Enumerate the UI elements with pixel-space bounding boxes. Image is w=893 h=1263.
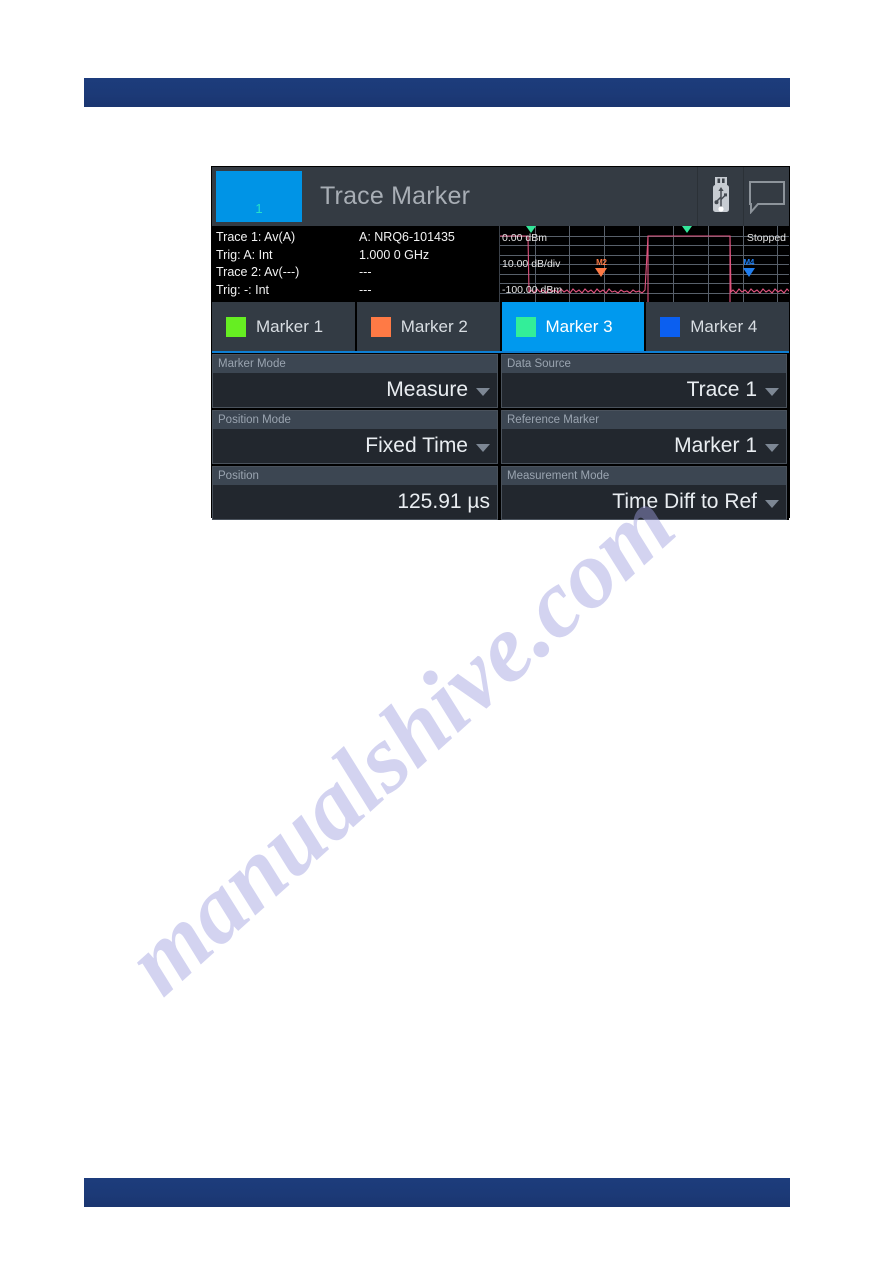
acquisition-state: Stopped (746, 232, 786, 244)
trace-info-text: Trace 1: Av(A) Trig: A: Int Trace 2: Av(… (212, 226, 499, 302)
tab-marker-2[interactable]: Marker 2 (356, 302, 500, 351)
field-value-wrap: 125.91 µs (213, 485, 497, 519)
trace-info-strip: Trace 1: Av(A) Trig: A: Int Trace 2: Av(… (212, 226, 789, 302)
gate-marker-triangle (682, 226, 693, 233)
chevron-down-icon[interactable] (765, 443, 779, 452)
info-row: 1.000 0 GHz (359, 247, 430, 262)
field-position-mode[interactable]: Position Mode Fixed Time (212, 410, 498, 464)
usb-icon (712, 176, 729, 212)
marker-color-swatch (370, 316, 391, 337)
field-value: 125.91 µs (397, 490, 490, 513)
graph-marker-label: M2 (596, 258, 607, 268)
field-label: Position (213, 467, 497, 485)
marker-tab-bar: Marker 1 Marker 2 Marker 3 Marker 4 (212, 302, 789, 353)
graph-marker-m4[interactable]: M4 (742, 258, 755, 278)
graph-top-label: 0.00 dBm (502, 232, 547, 244)
usb-icon-cell[interactable] (697, 167, 743, 226)
tab-marker-3[interactable]: Marker 3 (501, 302, 645, 351)
field-measurement-mode[interactable]: Measurement Mode Time Diff to Ref (501, 466, 787, 520)
field-label: Position Mode (213, 411, 497, 429)
info-row: Trig: A: Int (216, 247, 273, 262)
field-value-wrap: Time Diff to Ref (502, 485, 786, 519)
marker-color-swatch (515, 316, 536, 337)
message-icon (748, 180, 785, 214)
field-value-wrap: Trace 1 (502, 373, 786, 407)
trace-graph-preview[interactable]: 0.00 dBm 10.00 dB/div -100.00 dBm Stoppe… (499, 226, 789, 302)
page-header-bar (84, 78, 790, 107)
tab-marker-1[interactable]: Marker 1 (212, 302, 355, 351)
tab-label: Marker 4 (690, 316, 758, 336)
chevron-down-icon[interactable] (765, 387, 779, 396)
trace-info-right-column: A: NRQ6-101435 1.000 0 GHz --- --- (359, 229, 499, 302)
field-value: Measure (386, 378, 468, 401)
graph-scale-label: 10.00 dB/div (502, 258, 561, 270)
field-value: Marker 1 (674, 434, 757, 457)
chevron-down-icon[interactable] (476, 387, 490, 396)
field-label: Reference Marker (502, 411, 786, 429)
marker-triangle-icon (595, 268, 608, 278)
watermark-text: manualshive.com (105, 469, 694, 1015)
message-icon-cell[interactable] (743, 167, 789, 226)
info-row: A: NRQ6-101435 (359, 230, 455, 244)
trace-info-left-column: Trace 1: Av(A) Trig: A: Int Trace 2: Av(… (216, 229, 359, 302)
field-data-source[interactable]: Data Source Trace 1 (501, 354, 787, 408)
gate-marker-triangle (526, 226, 536, 233)
parameter-grid: Marker Mode Measure Data Source Trace 1 … (212, 353, 789, 520)
info-row: --- (359, 265, 372, 279)
field-label: Marker Mode (213, 355, 497, 373)
screen-title-bar: 1 Trace Marker (212, 167, 789, 226)
graph-marker-label: M4 (743, 258, 754, 268)
field-value-wrap: Fixed Time (213, 429, 497, 463)
chevron-down-icon[interactable] (476, 443, 490, 452)
tab-label: Marker 2 (400, 316, 468, 336)
field-reference-marker[interactable]: Reference Marker Marker 1 (501, 410, 787, 464)
tab-label: Marker 1 (256, 316, 324, 336)
parameter-row: Position Mode Fixed Time Reference Marke… (212, 410, 789, 464)
tab-label: Marker 3 (545, 316, 613, 336)
tab-marker-4[interactable]: Marker 4 (646, 302, 789, 351)
marker-color-swatch (226, 316, 246, 337)
field-position[interactable]: Position 125.91 µs (212, 466, 498, 520)
info-row: Trig: -: Int (216, 282, 270, 297)
info-row: Trace 2: Av(---) (216, 265, 300, 279)
field-value-wrap: Marker 1 (502, 429, 786, 463)
field-marker-mode[interactable]: Marker Mode Measure (212, 354, 498, 408)
field-value-wrap: Measure (213, 373, 497, 407)
field-value: Trace 1 (686, 378, 757, 401)
marker-color-swatch (660, 316, 681, 337)
marker-triangle-icon (742, 268, 755, 278)
field-label: Measurement Mode (502, 467, 786, 485)
field-label: Data Source (502, 355, 786, 373)
page-footer-bar (84, 1178, 790, 1207)
parameter-row: Position 125.91 µs Measurement Mode Time… (212, 466, 789, 520)
page-title: Trace Marker (320, 182, 471, 210)
chevron-down-icon[interactable] (765, 499, 779, 508)
parameter-row: Marker Mode Measure Data Source Trace 1 (212, 354, 789, 408)
info-row: Trace 1: Av(A) (216, 230, 296, 244)
graph-bottom-label: -100.00 dBm (502, 284, 563, 296)
channel-number-badge[interactable]: 1 (216, 171, 302, 222)
graph-marker-m2[interactable]: M2 (595, 258, 608, 278)
field-value: Time Diff to Ref (612, 490, 757, 513)
field-value: Fixed Time (365, 434, 468, 457)
info-row: --- (359, 282, 372, 297)
instrument-screen: 1 Trace Marker Trace 1: Av(A) Trig: A: I… (211, 166, 790, 520)
